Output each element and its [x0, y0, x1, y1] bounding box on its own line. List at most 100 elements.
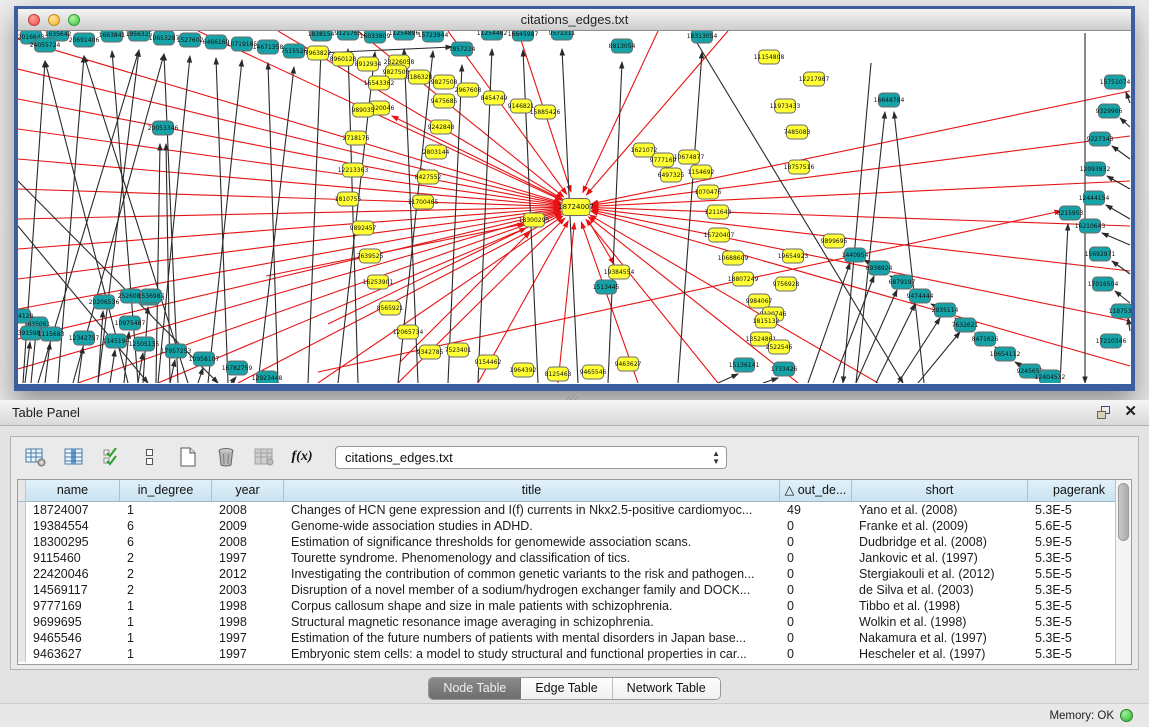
graph-node[interactable]: 18313054 [687, 31, 718, 43]
graph-node[interactable]: 20206536 [89, 295, 120, 309]
cell-short[interactable]: Hescheler et al. (1997) [852, 646, 1028, 662]
cell-out_de[interactable]: 0 [780, 518, 852, 534]
cell-short[interactable]: Stergiakouli et al. (2012) [852, 566, 1028, 582]
cell-in_degree[interactable]: 1 [120, 614, 212, 630]
cell-out_de[interactable]: 0 [780, 550, 852, 566]
graph-node[interactable]: 8471626 [972, 332, 999, 346]
window-titlebar[interactable]: citations_edges.txt [18, 9, 1131, 31]
tab-edge-table[interactable]: Edge Table [521, 678, 612, 699]
graph-node[interactable]: 12342757 [69, 331, 100, 345]
graph-node[interactable]: 9892457 [350, 221, 377, 235]
graph-node[interactable]: 9827508 [431, 75, 458, 89]
vertical-scrollbar[interactable] [1115, 480, 1131, 664]
cell-pagerank[interactable]: 5.3E-5 [1028, 502, 1115, 518]
table-row[interactable]: 977716911998Corpus callosum shape and si… [18, 598, 1115, 614]
graph-node[interactable]: 1527602 [177, 33, 204, 47]
table-row[interactable]: 911546021997Tourette syndrome. Phenomeno… [18, 550, 1115, 566]
graph-node[interactable]: 6879197 [889, 275, 916, 289]
graph-node[interactable]: 7485083 [784, 125, 811, 139]
graph-node[interactable]: 12505135 [129, 337, 160, 351]
cell-year[interactable]: 2008 [212, 534, 284, 550]
graph-node[interactable]: 16210643 [1075, 219, 1106, 233]
cell-in_degree[interactable]: 2 [120, 550, 212, 566]
graph-node[interactable]: 18724007 [558, 199, 594, 216]
network-canvas[interactable]: 2016643163564224055724206914061663841195… [18, 31, 1131, 383]
cell-year[interactable]: 1998 [212, 598, 284, 614]
graph-node[interactable]: 1115683 [38, 327, 65, 341]
graph-node[interactable]: 1733426 [771, 362, 798, 376]
tab-network-table[interactable]: Network Table [613, 678, 720, 699]
cell-short[interactable]: Dudbridge et al. (2008) [852, 534, 1028, 550]
cell-in_degree[interactable]: 2 [120, 582, 212, 598]
graph-node[interactable]: 15692971 [1085, 247, 1116, 261]
cell-name[interactable]: 18724007 [26, 502, 120, 518]
graph-node[interactable]: 15136141 [729, 358, 760, 372]
show-columns-icon[interactable] [61, 445, 87, 469]
graph-node[interactable]: 8813054 [609, 39, 636, 53]
graph-node[interactable]: 7963822 [305, 46, 332, 60]
graph-node[interactable]: 20053346 [148, 121, 179, 135]
cell-out_de[interactable]: 49 [780, 502, 852, 518]
graph-node[interactable]: 9329966 [1096, 104, 1123, 118]
cell-title[interactable]: Corpus callosum shape and size in male p… [284, 598, 780, 614]
graph-node[interactable]: 1211643 [705, 205, 732, 219]
cell-year[interactable]: 2008 [212, 502, 284, 518]
graph-node[interactable]: 9227343 [1087, 132, 1114, 146]
graph-node[interactable]: 1536987 [138, 289, 165, 303]
graph-node[interactable]: 9121765 [335, 31, 362, 40]
table-row[interactable]: 946554611997Estimation of the future num… [18, 630, 1115, 646]
column-header-out_de[interactable]: △ out_de... [780, 480, 852, 501]
graph-node[interactable]: 10654112 [990, 347, 1021, 361]
graph-node[interactable]: 16645987 [508, 31, 539, 41]
graph-node[interactable]: 8912934 [355, 57, 382, 71]
cell-in_degree[interactable]: 6 [120, 534, 212, 550]
cell-title[interactable]: Changes of HCN gene expression and I(f) … [284, 502, 780, 518]
cell-pagerank[interactable]: 5.6E-5 [1028, 518, 1115, 534]
citation-network-graph[interactable]: 2016643163564224055724206914061663841195… [18, 31, 1131, 383]
graph-node[interactable]: 8454749 [481, 91, 508, 105]
cell-out_de[interactable]: 0 [780, 646, 852, 662]
graph-node[interactable]: 6497325 [658, 168, 685, 182]
graph-node[interactable]: 2935114 [932, 303, 959, 317]
graph-node[interactable]: 15720407 [704, 228, 735, 242]
graph-node[interactable]: 9475685 [431, 94, 458, 108]
cell-title[interactable]: Genome-wide association studies in ADHD. [284, 518, 780, 534]
cell-year[interactable]: 1997 [212, 646, 284, 662]
cell-out_de[interactable]: 0 [780, 630, 852, 646]
graph-node[interactable]: 17016504 [1088, 277, 1119, 291]
graph-node[interactable]: 2718176 [343, 131, 370, 145]
cell-title[interactable]: Estimation of significance thresholds fo… [284, 534, 780, 550]
graph-node[interactable]: 9242848 [428, 120, 455, 134]
column-header-year[interactable]: year [212, 480, 284, 501]
column-header-in_degree[interactable]: in_degree [120, 480, 212, 501]
create-new-table-icon[interactable] [175, 445, 201, 469]
graph-node[interactable]: 9777169 [650, 153, 677, 167]
graph-node[interactable]: 9899695 [821, 234, 848, 248]
graph-node[interactable]: 14671358 [253, 40, 284, 54]
cell-short[interactable]: Yano et al. (2008) [852, 502, 1028, 518]
cell-year[interactable]: 2003 [212, 582, 284, 598]
column-header-name[interactable]: name [26, 480, 120, 501]
graph-node[interactable]: 2967608 [455, 83, 482, 97]
column-header-title[interactable]: title [284, 480, 780, 501]
cell-in_degree[interactable]: 1 [120, 646, 212, 662]
graph-node[interactable]: 18300295 [519, 213, 550, 227]
graph-node[interactable]: 15751074 [1100, 75, 1131, 89]
graph-node[interactable]: 9342785 [417, 345, 444, 359]
graph-node[interactable]: 1154692 [688, 165, 715, 179]
cell-in_degree[interactable]: 1 [120, 598, 212, 614]
cell-pagerank[interactable]: 5.3E-5 [1028, 630, 1115, 646]
cell-short[interactable]: de Silva et al. (2003) [852, 582, 1028, 598]
graph-node[interactable]: 10653287 [149, 31, 180, 45]
cell-name[interactable]: 19384554 [26, 518, 120, 534]
graph-node[interactable]: 9984067 [746, 294, 773, 308]
table-row[interactable]: 1830029562008Estimation of significance … [18, 534, 1115, 550]
cell-pagerank[interactable]: 5.9E-5 [1028, 534, 1115, 550]
graph-node[interactable]: 11973433 [770, 99, 801, 113]
table-row[interactable]: 1456911722003Disruption of a novel membe… [18, 582, 1115, 598]
graph-node[interactable]: 19384554 [604, 265, 635, 279]
cell-in_degree[interactable]: 6 [120, 518, 212, 534]
row-height-icon[interactable] [137, 445, 163, 469]
cell-pagerank[interactable]: 5.5E-5 [1028, 566, 1115, 582]
cell-name[interactable]: 9115460 [26, 550, 120, 566]
